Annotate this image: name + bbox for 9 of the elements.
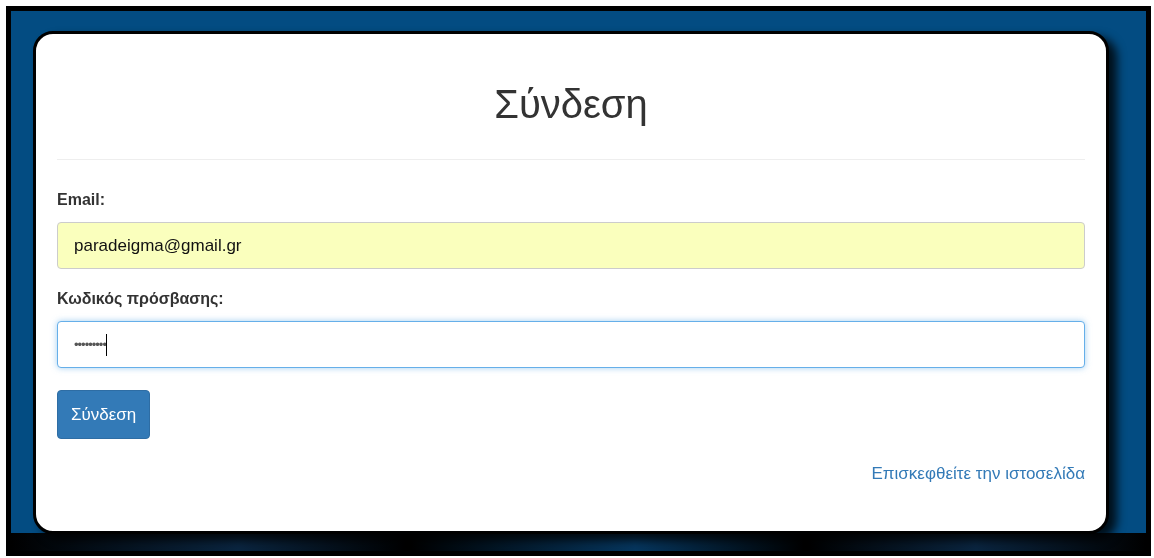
card-title: Σύνδεση xyxy=(493,81,649,128)
field-value: paradeigma@gmail.gr xyxy=(74,234,242,257)
field-label: Email: xyxy=(57,190,106,210)
visit-website-link[interactable]: Επισκεφθείτε την ιστοσελίδα xyxy=(871,461,1085,487)
field-value: ••••••••• xyxy=(74,335,106,354)
field-label: Κωδικός πρόσβασης: xyxy=(57,289,225,309)
input-field[interactable]: paradeigma@gmail.gr xyxy=(57,222,1085,269)
input-field[interactable]: ••••••••• xyxy=(57,321,1085,368)
login-button[interactable]: Σύνδεση xyxy=(57,390,151,439)
